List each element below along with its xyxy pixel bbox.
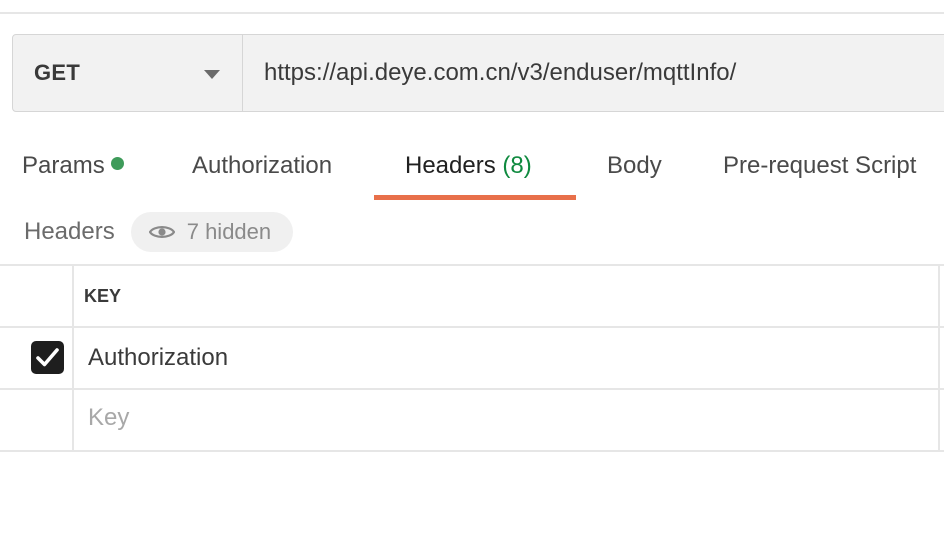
column-divider bbox=[938, 328, 940, 388]
tab-pre-request-script-label: Pre-request Script bbox=[723, 152, 917, 179]
hidden-headers-toggle[interactable]: 7 hidden bbox=[130, 212, 294, 252]
column-divider bbox=[72, 328, 74, 388]
row-enabled-checkbox[interactable] bbox=[31, 341, 64, 374]
request-bar: GET bbox=[12, 34, 944, 112]
method-select[interactable]: GET bbox=[13, 35, 243, 111]
request-tabs: Params Authorization Headers (8) Body Pr… bbox=[0, 140, 944, 202]
hidden-count-label: 7 hidden bbox=[186, 219, 272, 244]
tab-params[interactable]: Params bbox=[22, 152, 124, 180]
eye-icon bbox=[148, 226, 175, 238]
tab-headers-count: (8) bbox=[502, 152, 532, 179]
new-key-input[interactable] bbox=[88, 404, 908, 432]
table-row: Authorization bbox=[0, 326, 944, 388]
headers-section-header: Headers 7 hidden bbox=[24, 212, 294, 252]
tab-body-label: Body bbox=[607, 152, 662, 179]
header-key-cell[interactable]: Authorization bbox=[88, 344, 228, 372]
tab-headers[interactable]: Headers (8) bbox=[405, 152, 532, 180]
method-label: GET bbox=[34, 60, 81, 85]
tab-authorization[interactable]: Authorization bbox=[192, 152, 332, 180]
tab-authorization-label: Authorization bbox=[192, 152, 333, 179]
table-row-new bbox=[0, 388, 944, 452]
column-divider bbox=[938, 390, 940, 450]
column-divider bbox=[72, 390, 74, 450]
headers-table: KEY Authorization bbox=[0, 264, 944, 452]
column-header-key: KEY bbox=[84, 286, 122, 306]
active-tab-indicator bbox=[374, 195, 576, 200]
tab-pre-request-script[interactable]: Pre-request Script bbox=[723, 152, 916, 180]
params-status-dot-icon bbox=[110, 157, 124, 170]
top-divider bbox=[0, 12, 944, 14]
column-divider bbox=[938, 266, 940, 326]
table-header-row: KEY bbox=[0, 264, 944, 326]
tab-body[interactable]: Body bbox=[607, 152, 662, 180]
url-input[interactable] bbox=[243, 35, 944, 111]
tab-params-label: Params bbox=[22, 152, 105, 179]
chevron-down-icon bbox=[204, 70, 220, 79]
section-title: Headers bbox=[24, 218, 115, 245]
checkmark-icon bbox=[36, 348, 59, 367]
tab-headers-label: Headers bbox=[405, 152, 496, 179]
column-divider bbox=[72, 266, 74, 326]
